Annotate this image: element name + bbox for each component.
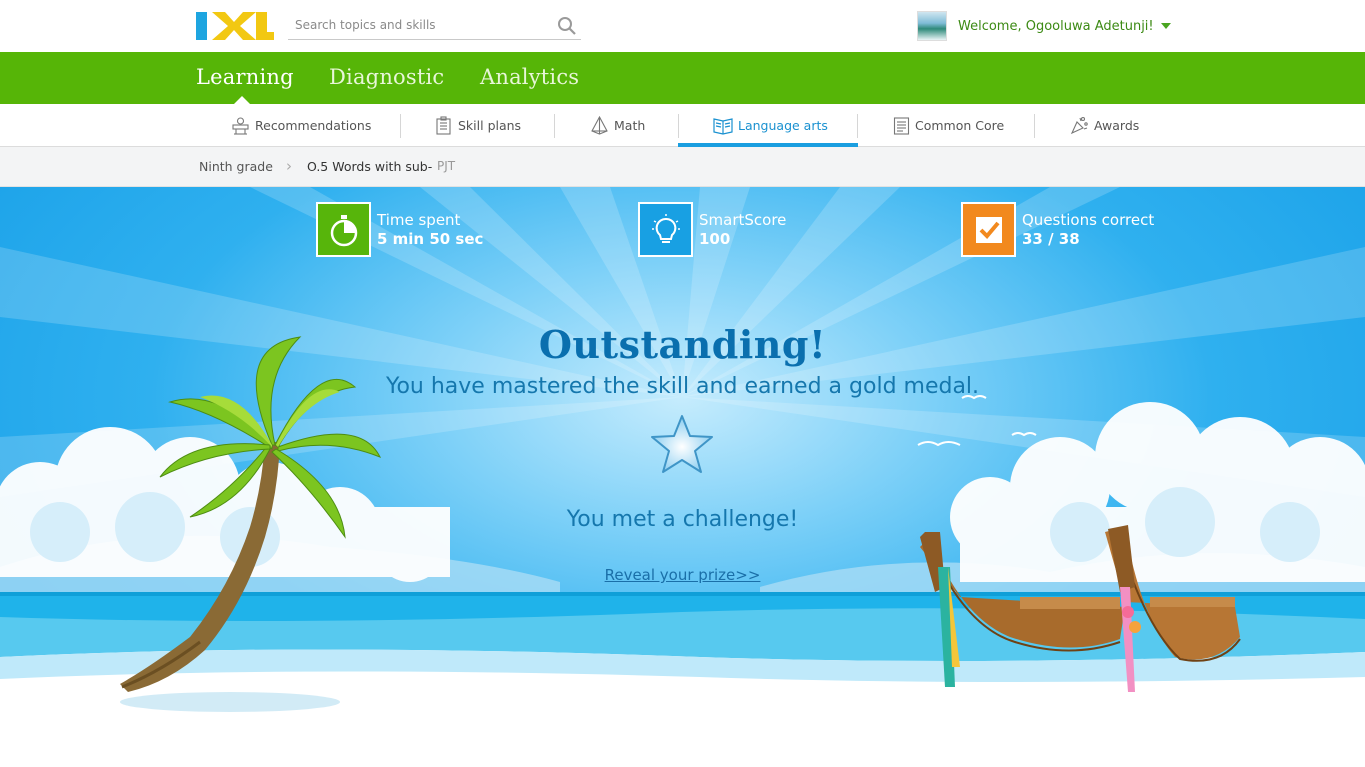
chevron-down-icon[interactable] [1160,23,1171,29]
search-box[interactable] [288,12,581,40]
result-headline: Outstanding! [538,322,827,367]
lightbulb-icon [638,202,693,257]
subnav-label: Common Core [915,117,1005,133]
stat-questions-correct: Questions correct 33 / 38 [961,202,1154,257]
divider [857,114,858,138]
subnav-awards[interactable]: Awards [1070,104,1139,146]
stat-label: Time spent [377,210,461,229]
subnav-label: Math [614,117,646,133]
divider [678,114,679,138]
stat-value: 100 [699,229,731,248]
checkmark-icon [961,202,1016,257]
subnav-common-core[interactable]: Common Core [893,104,1004,146]
subnav-label: Recommendations [255,117,372,133]
star-icon [651,415,713,473]
results-scene: Time spent 5 min 50 sec SmartScore 100 Q… [0,187,1365,767]
stat-value: 5 min 50 sec [377,229,484,248]
divider [554,114,555,138]
main-nav: Learning Diagnostic Analytics [0,52,1365,104]
sub-nav: Recommendations Skill plans Math Languag… [0,104,1365,147]
top-header: Welcome, Ogooluwa Adetunji! [0,0,1365,52]
subnav-label: Skill plans [458,117,522,133]
math-icon [591,115,608,135]
stopwatch-icon [316,202,371,257]
awards-icon [1070,116,1088,134]
tab-learning[interactable]: Learning [196,65,294,89]
subnav-label: Language arts [738,117,828,133]
reveal-prize-link[interactable]: Reveal your prize>> [605,566,761,584]
breadcrumb: Ninth grade › O.5 Words with sub- PJT [0,147,1365,187]
breadcrumb-skill: O.5 Words with sub- [307,159,433,174]
stat-label: SmartScore [699,210,787,229]
subnav-language-arts[interactable]: Language arts [713,104,828,146]
stat-time-spent: Time spent 5 min 50 sec [316,202,483,257]
language-arts-icon [713,117,733,135]
chevron-right-icon: › [286,157,292,175]
common-core-icon [893,116,910,135]
divider [400,114,401,138]
ixl-logo[interactable] [196,12,274,40]
user-menu[interactable]: Welcome, Ogooluwa Adetunji! [917,11,1171,41]
stat-smartscore: SmartScore 100 [638,202,786,257]
subnav-skill-plans[interactable]: Skill plans [435,104,521,146]
tab-analytics[interactable]: Analytics [480,65,579,89]
stat-value: 33 / 38 [1022,229,1080,248]
welcome-text[interactable]: Welcome, Ogooluwa Adetunji! [958,19,1154,34]
search-icon[interactable] [557,16,577,36]
subnav-label: Awards [1094,117,1140,133]
beach-background-illustration [0,187,1365,767]
divider [1034,114,1035,138]
result-message: You have mastered the skill and earned a… [385,374,980,399]
recommendations-icon [232,116,249,135]
challenge-message: You met a challenge! [566,507,799,532]
active-tab-pointer [234,96,250,104]
skill-code: PJT [437,159,456,173]
search-input[interactable] [288,12,538,38]
subnav-math[interactable]: Math [590,104,645,146]
avatar[interactable] [917,11,947,41]
stat-label: Questions correct [1022,210,1155,229]
subnav-recommendations[interactable]: Recommendations [231,104,371,146]
tab-diagnostic[interactable]: Diagnostic [329,65,444,89]
breadcrumb-grade[interactable]: Ninth grade [199,159,273,174]
skill-plans-icon [436,115,451,135]
